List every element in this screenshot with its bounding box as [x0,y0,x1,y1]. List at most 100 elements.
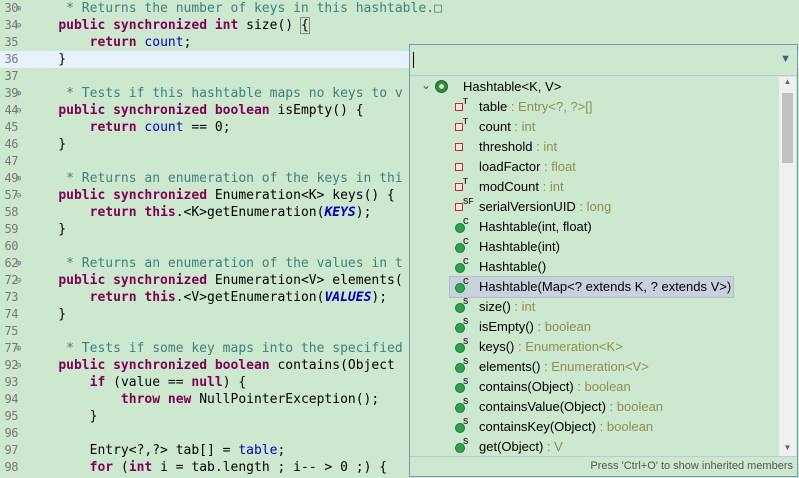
modifier-overlay-icon: C [463,217,469,226]
code-text: Entry<?,?> tab[] = table; [27,443,286,458]
member-label: count : int [479,119,536,134]
member-label: elements() : Enumeration<V> [479,359,649,374]
line-number: 73 [4,290,19,304]
collapse-fold-icon[interactable]: ⊖ [16,358,21,375]
field-icon [455,123,463,131]
collapse-fold-icon[interactable]: ⊖ [16,103,21,120]
code-line[interactable]: 34 ⊖ public synchronized int size() { [0,17,799,34]
code-text: * Returns the number of keys in this has… [27,1,442,16]
code-text: * Returns an enumeration of the values i… [27,256,403,271]
expand-fold-icon[interactable]: ⊕ [16,1,21,18]
code-text: public synchronized Enumeration<V> eleme… [58,273,403,288]
outline-member[interactable]: C Hashtable(int, float) [450,217,778,237]
line-number: 45 [4,120,19,134]
outline-member[interactable]: SisEmpty() : boolean [450,317,778,337]
modifier-overlay-icon: T [463,117,468,126]
member-label: Hashtable(int, float) [479,219,592,234]
scroll-down-icon[interactable]: ▼ [779,443,796,457]
outline-member[interactable]: SF serialVersionUID : long [450,197,778,217]
outline-member[interactable]: loadFactor : float [450,157,778,177]
expand-fold-icon[interactable]: ⊕ [16,86,21,103]
line-number: 36 [4,52,19,66]
modifier-overlay-icon: T [463,177,468,186]
code-text: if (value == null) { [89,375,247,390]
code-text: return this.<V>getEnumeration(VALUES); [89,290,388,305]
code-text: } [27,222,67,237]
field-icon [455,103,463,111]
scrollbar-thumb[interactable] [782,93,793,163]
modifier-overlay-icon: C [463,277,469,286]
class-icon [435,80,448,93]
code-text: throw new NullPointerException(); [120,392,380,407]
line-number: 59 [4,222,19,236]
outline-member[interactable]: Skeys() : Enumeration<K> [450,337,778,357]
outline-member[interactable]: Sget(Object) : V [450,437,778,457]
line-number: 37 [4,69,19,83]
popup-footer: Press 'Ctrl+O' to show inherited members [410,456,797,476]
modifier-overlay-icon: S [463,337,469,346]
collapse-chevron-icon[interactable]: ⌄ [421,78,431,92]
code-text: public synchronized boolean contains(Obj… [58,358,395,373]
code-text: for (int i = tab.length ; i-- > 0 ;) { [89,460,388,475]
outline-member[interactable]: Ssize() : int [450,297,778,317]
member-label: modCount : int [479,179,564,194]
outline-member[interactable]: TmodCount : int [450,177,778,197]
field-icon [455,163,463,171]
modifier-overlay-icon: S [463,317,469,326]
expand-fold-icon[interactable]: ⊕ [16,341,21,358]
collapse-fold-icon[interactable]: ⊖ [16,273,21,290]
line-number: 97 [4,443,19,457]
outline-member[interactable]: ScontainsKey(Object) : boolean [450,417,778,437]
modifier-overlay-icon: SF [463,197,474,206]
collapse-fold-icon[interactable]: ⊖ [16,188,21,205]
line-number: 94 [4,392,19,406]
view-menu-icon[interactable]: ▼ [780,53,791,65]
modifier-overlay-icon: S [463,297,469,306]
line-number: 74 [4,307,19,321]
expand-fold-icon[interactable]: ⊕ [16,171,21,188]
outline-member[interactable]: Scontains(Object) : boolean [450,377,778,397]
collapse-fold-icon[interactable]: ⊖ [16,18,21,35]
line-number: 95 [4,409,19,423]
line-number: 47 [4,154,19,168]
outline-member[interactable]: C Hashtable() [450,257,778,277]
filter-input[interactable]: ▼ [410,45,797,76]
class-name-label: Hashtable<K, V> [463,79,562,94]
outline-member[interactable]: Tcount : int [450,117,778,137]
vertical-scrollbar[interactable]: ▲ ▼ [779,77,796,457]
member-label: containsKey(Object) : boolean [479,419,654,434]
member-label: table : Entry<?, ?>[] [479,99,593,114]
text-caret [413,52,414,68]
line-number: 35 [4,35,19,49]
code-line[interactable]: 30 ⊕ * Returns the number of keys in this… [0,0,799,17]
outline-member[interactable]: C Hashtable(Map<? extends K, ? extends V>… [449,276,734,298]
scroll-up-icon[interactable]: ▲ [779,77,796,91]
field-icon [455,183,463,191]
member-label: loadFactor : float [479,159,576,174]
outline-member[interactable]: Selements() : Enumeration<V> [450,357,778,377]
member-label: keys() : Enumeration<K> [479,339,623,354]
code-text: * Tests if this hashtable maps no keys t… [27,86,403,101]
expand-fold-icon[interactable]: ⊕ [16,256,21,273]
quick-outline-popup[interactable]: ▼ ⌄ Hashtable<K, V> Ttable : Entry<?, ?>… [409,44,798,477]
field-icon [455,203,463,211]
modifier-overlay-icon: S [463,357,469,366]
code-text: return this.<K>getEnumeration(KEYS); [89,205,372,220]
outline-member[interactable]: threshold : int [450,137,778,157]
outline-member[interactable]: Ttable : Entry<?, ?>[] [450,97,778,117]
inherited-members-hint: Press 'Ctrl+O' to show inherited members [590,460,793,472]
outline-tree[interactable]: ⌄ Hashtable<K, V> Ttable : Entry<?, ?>[]… [410,77,778,457]
modifier-overlay-icon: S [463,417,469,426]
member-label: serialVersionUID : long [479,199,612,214]
member-label: isEmpty() : boolean [479,319,591,334]
member-label: size() : int [479,299,536,314]
modifier-overlay-icon: S [463,397,469,406]
outline-member[interactable]: C Hashtable(int) [450,237,778,257]
code-text: } [27,307,67,322]
modifier-overlay-icon: C [463,237,469,246]
code-text: * Tests if some key maps into the specif… [27,341,403,356]
outline-member[interactable]: ScontainsValue(Object) : boolean [450,397,778,417]
tree-root-class[interactable]: ⌄ Hashtable<K, V> [410,77,778,97]
field-icon [455,143,463,151]
line-number: 96 [4,426,19,440]
